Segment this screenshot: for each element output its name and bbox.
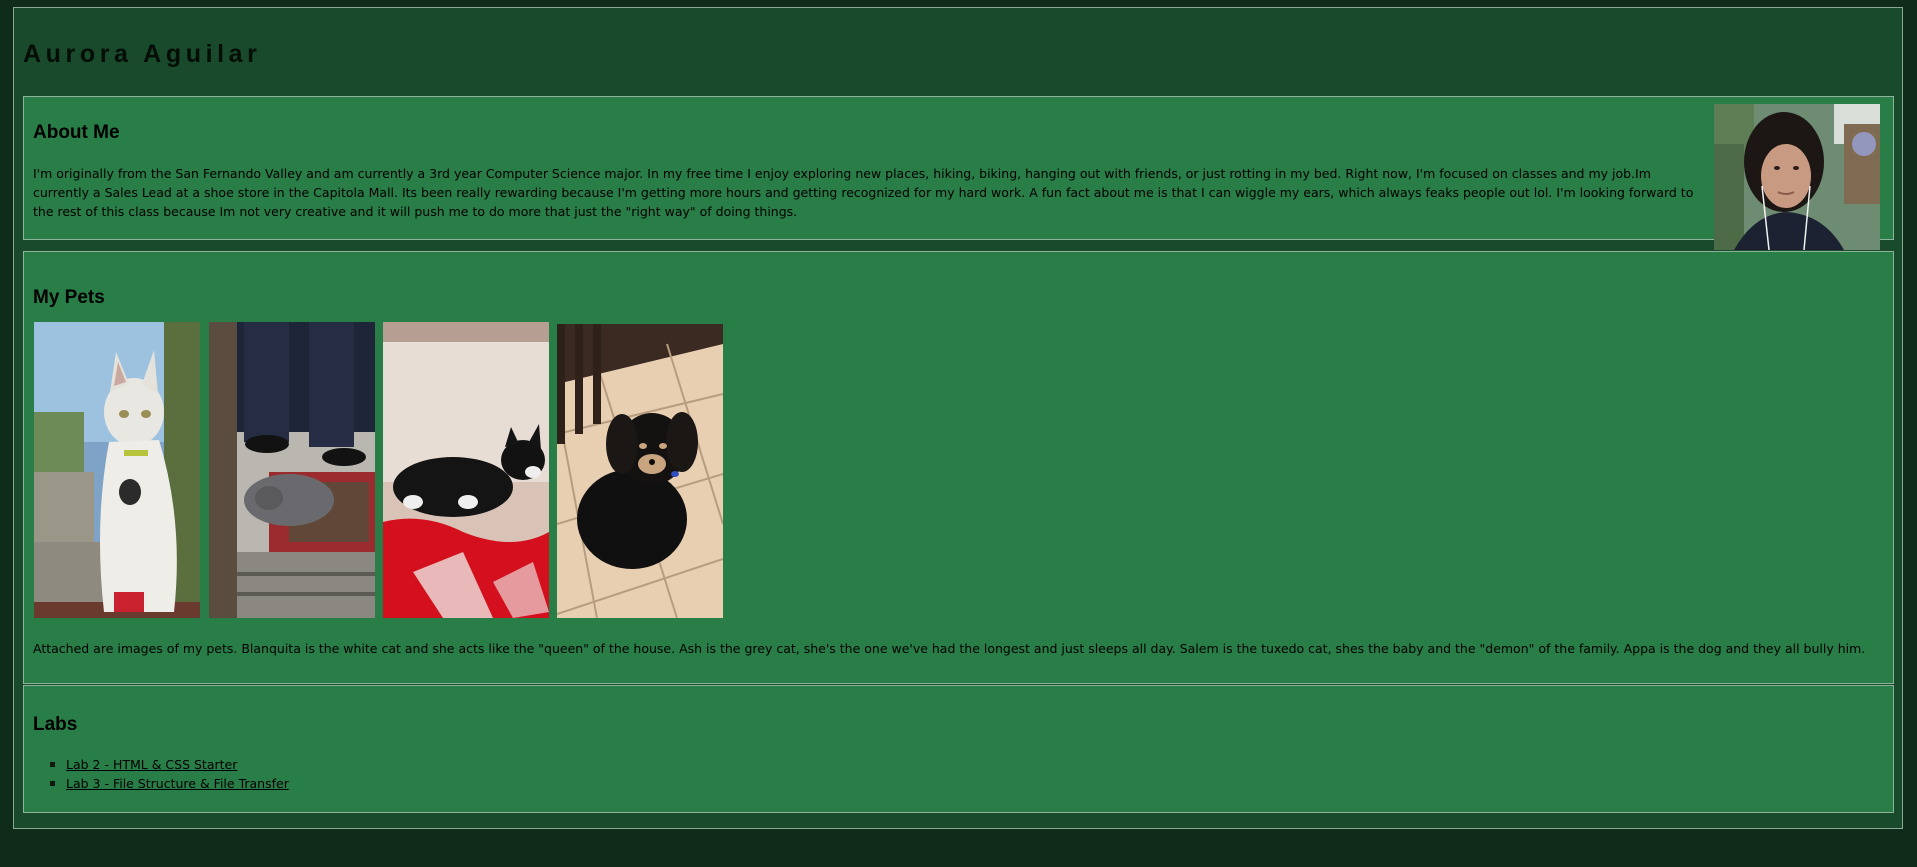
page-container: Aurora Aguilar About Me I'm originally f…: [13, 7, 1903, 829]
pets-caption: Attached are images of my pets. Blanquit…: [33, 641, 1866, 656]
profile-photo: [1714, 104, 1880, 250]
about-heading: About Me: [33, 122, 120, 143]
pets-heading: My Pets: [33, 287, 105, 308]
lab-3-link[interactable]: Lab 3 - File Structure & File Transfer: [66, 776, 289, 791]
grey-cat-photo: [209, 322, 375, 618]
labs-heading: Labs: [33, 714, 78, 735]
lab-2-link[interactable]: Lab 2 - HTML & CSS Starter: [66, 757, 237, 772]
black-dog-photo: [557, 324, 723, 618]
about-section: About Me I'm originally from the San Fer…: [23, 96, 1894, 250]
list-item: Lab 3 - File Structure & File Transfer: [50, 774, 289, 793]
site-title: Aurora Aguilar: [23, 40, 262, 68]
tuxedo-cat-photo: [383, 322, 549, 618]
white-cat-photo: [34, 322, 200, 618]
labs-section: Labs Lab 2 - HTML & CSS Starter Lab 3 - …: [23, 685, 1894, 813]
profile-photo-image: [1714, 104, 1880, 250]
pets-section: My Pets Attached are images of my pets. …: [23, 251, 1894, 684]
labs-list: Lab 2 - HTML & CSS Starter Lab 3 - File …: [33, 755, 289, 793]
about-text: I'm originally from the San Fernando Val…: [33, 166, 1694, 219]
list-item: Lab 2 - HTML & CSS Starter: [50, 755, 289, 774]
